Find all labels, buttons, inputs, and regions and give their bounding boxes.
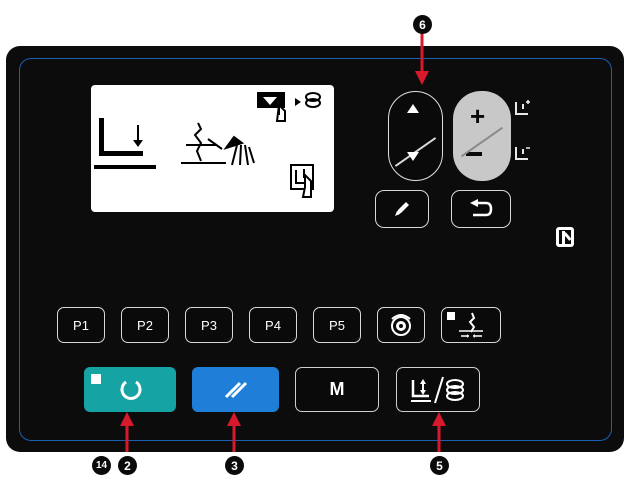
ready-button[interactable] <box>84 367 176 412</box>
foot-winder-icon <box>411 376 464 403</box>
p1-button[interactable]: P1 <box>57 307 105 343</box>
callout-6: 6 <box>413 15 432 34</box>
down-arrow-icon[interactable] <box>407 152 419 161</box>
p2-button[interactable]: P2 <box>121 307 169 343</box>
callout-arrow-winder <box>432 412 446 452</box>
thread-clamp-icon <box>459 312 483 338</box>
thread-clamp-button[interactable] <box>441 307 501 343</box>
callout-3: 3 <box>225 456 244 475</box>
callout-arrow-ready <box>120 412 134 452</box>
callout-5: 5 <box>430 456 449 475</box>
mode-button[interactable]: M <box>295 367 379 412</box>
p4-button[interactable]: P4 <box>249 307 297 343</box>
presser-foot-icon <box>94 118 156 169</box>
p5-label: P5 <box>329 317 345 333</box>
p1-label: P1 <box>73 317 89 333</box>
thread-trimmer-icon <box>181 122 255 166</box>
p5-button[interactable]: P5 <box>313 307 361 343</box>
p4-label: P4 <box>265 317 281 333</box>
foot-down-icon <box>515 147 530 160</box>
counter-button[interactable] <box>377 307 425 343</box>
edit-button[interactable] <box>375 190 429 228</box>
p3-button[interactable]: P3 <box>185 307 233 343</box>
p3-label: P3 <box>201 317 217 333</box>
mode-label: M <box>329 379 345 399</box>
callout-2: 2 <box>118 456 137 475</box>
plus-icon[interactable]: + <box>470 101 485 132</box>
return-icon <box>470 199 493 217</box>
winder-touch-icon <box>257 92 321 122</box>
winder-button[interactable] <box>396 367 480 412</box>
pencil-icon <box>395 202 409 216</box>
up-arrow-icon[interactable] <box>407 104 419 113</box>
p2-label: P2 <box>137 317 153 333</box>
foot-up-icon <box>515 100 530 115</box>
lcd-screen <box>91 85 334 212</box>
ready-icon <box>120 380 142 400</box>
reset-button[interactable] <box>192 367 279 412</box>
return-button[interactable] <box>451 190 511 228</box>
nfc-icon <box>556 227 574 247</box>
bobbin-counter-icon <box>391 314 411 336</box>
callout-arrow-reset <box>227 412 241 452</box>
callout-arrow-updown <box>415 33 429 85</box>
led-indicator <box>447 312 455 320</box>
foot-lift-touch-icon <box>290 164 314 198</box>
reset-icon <box>224 381 248 399</box>
ready-led <box>91 374 101 384</box>
callout-14: 14 <box>92 456 111 475</box>
